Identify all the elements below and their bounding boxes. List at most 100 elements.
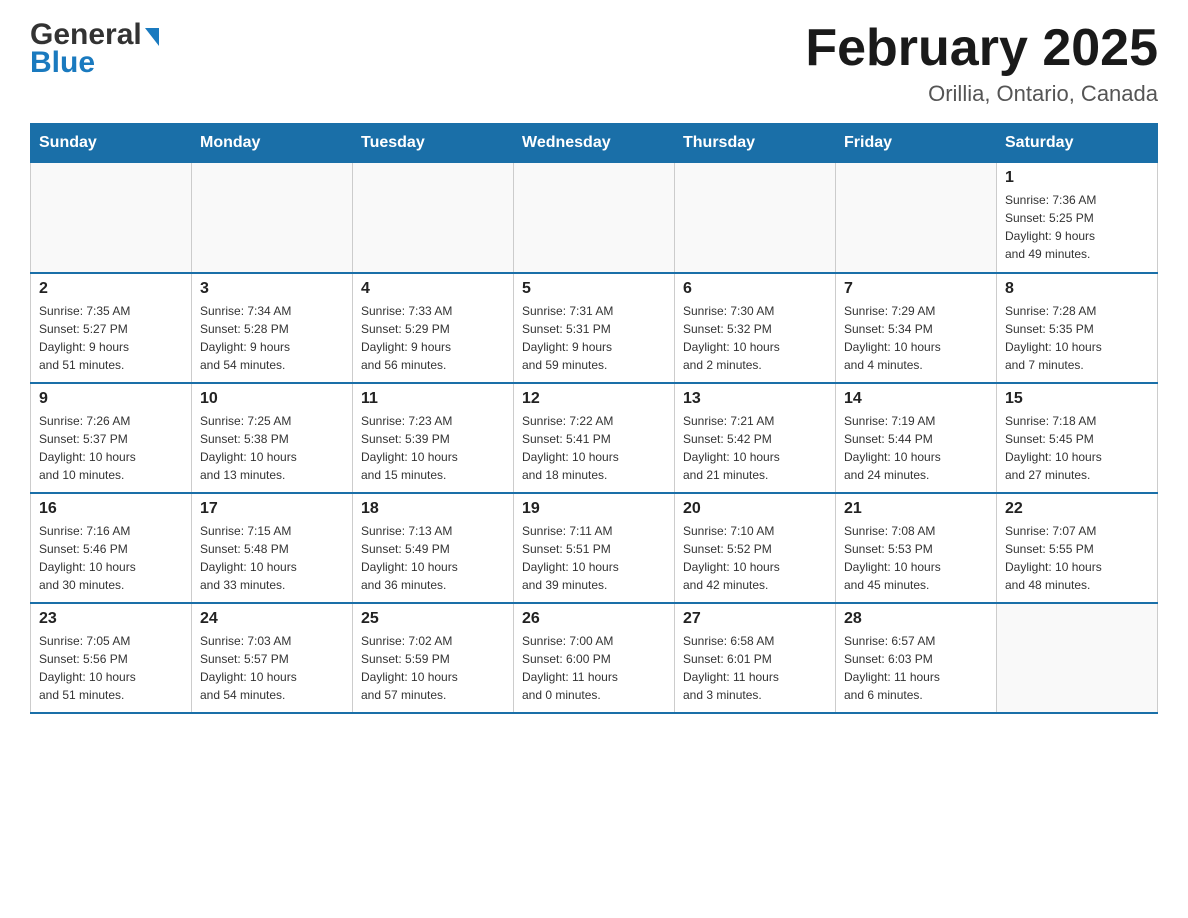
calendar-cell: 9 Sunrise: 7:26 AM Sunset: 5:37 PM Daylig… <box>31 383 192 493</box>
calendar-cell: 16 Sunrise: 7:16 AM Sunset: 5:46 PM Dayli… <box>31 493 192 603</box>
calendar-header-row: SundayMondayTuesdayWednesdayThursdayFrid… <box>31 124 1158 163</box>
day-info: Sunrise: 7:07 AM Sunset: 5:55 PM Dayligh… <box>1005 522 1149 594</box>
day-number: 15 <box>1005 390 1149 408</box>
day-number: 10 <box>200 390 344 408</box>
calendar-cell: 8 Sunrise: 7:28 AM Sunset: 5:35 PM Daylig… <box>997 273 1158 383</box>
calendar-cell <box>192 163 353 273</box>
calendar-cell: 11 Sunrise: 7:23 AM Sunset: 5:39 PM Dayli… <box>353 383 514 493</box>
day-number: 1 <box>1005 169 1149 187</box>
calendar-cell: 4Sunrise: 7:33 AM Sunset: 5:29 PM Daylig… <box>353 273 514 383</box>
calendar-cell: 2 Sunrise: 7:35 AM Sunset: 5:27 PM Daylig… <box>31 273 192 383</box>
day-number: 2 <box>39 280 183 298</box>
weekday-header-monday: Monday <box>192 124 353 163</box>
day-info: Sunrise: 7:19 AM Sunset: 5:44 PM Dayligh… <box>844 412 988 484</box>
day-number: 13 <box>683 390 827 408</box>
day-number: 6 <box>683 280 827 298</box>
day-info: Sunrise: 7:36 AM Sunset: 5:25 PM Dayligh… <box>1005 191 1149 263</box>
calendar-table: SundayMondayTuesdayWednesdayThursdayFrid… <box>30 123 1158 714</box>
day-info: Sunrise: 7:35 AM Sunset: 5:27 PM Dayligh… <box>39 302 183 374</box>
day-info: Sunrise: 7:10 AM Sunset: 5:52 PM Dayligh… <box>683 522 827 594</box>
calendar-week-row: 2 Sunrise: 7:35 AM Sunset: 5:27 PM Daylig… <box>31 273 1158 383</box>
calendar-week-row: 1 Sunrise: 7:36 AM Sunset: 5:25 PM Daylig… <box>31 163 1158 273</box>
day-info: Sunrise: 7:16 AM Sunset: 5:46 PM Dayligh… <box>39 522 183 594</box>
day-number: 22 <box>1005 500 1149 518</box>
day-info: Sunrise: 7:08 AM Sunset: 5:53 PM Dayligh… <box>844 522 988 594</box>
calendar-cell: 14 Sunrise: 7:19 AM Sunset: 5:44 PM Dayli… <box>836 383 997 493</box>
calendar-cell <box>31 163 192 273</box>
day-info: Sunrise: 7:13 AM Sunset: 5:49 PM Dayligh… <box>361 522 505 594</box>
calendar-week-row: 16 Sunrise: 7:16 AM Sunset: 5:46 PM Dayli… <box>31 493 1158 603</box>
day-number: 16 <box>39 500 183 518</box>
day-info: Sunrise: 7:31 AM Sunset: 5:31 PM Dayligh… <box>522 302 666 374</box>
day-info: Sunrise: 7:33 AM Sunset: 5:29 PM Dayligh… <box>361 302 505 374</box>
calendar-cell: 7Sunrise: 7:29 AM Sunset: 5:34 PM Daylig… <box>836 273 997 383</box>
day-info: Sunrise: 7:23 AM Sunset: 5:39 PM Dayligh… <box>361 412 505 484</box>
day-info: Sunrise: 7:30 AM Sunset: 5:32 PM Dayligh… <box>683 302 827 374</box>
calendar-cell: 12Sunrise: 7:22 AM Sunset: 5:41 PM Dayli… <box>514 383 675 493</box>
day-number: 14 <box>844 390 988 408</box>
page-header: General Blue February 2025 Orillia, Onta… <box>30 20 1158 107</box>
weekday-header-friday: Friday <box>836 124 997 163</box>
calendar-cell <box>353 163 514 273</box>
calendar-cell <box>514 163 675 273</box>
day-info: Sunrise: 7:02 AM Sunset: 5:59 PM Dayligh… <box>361 632 505 704</box>
calendar-cell: 15 Sunrise: 7:18 AM Sunset: 5:45 PM Dayli… <box>997 383 1158 493</box>
calendar-week-row: 9 Sunrise: 7:26 AM Sunset: 5:37 PM Daylig… <box>31 383 1158 493</box>
day-number: 9 <box>39 390 183 408</box>
day-number: 25 <box>361 610 505 628</box>
calendar-cell <box>836 163 997 273</box>
calendar-cell: 5 Sunrise: 7:31 AM Sunset: 5:31 PM Daylig… <box>514 273 675 383</box>
day-number: 7 <box>844 280 988 298</box>
weekday-header-thursday: Thursday <box>675 124 836 163</box>
day-number: 12 <box>522 390 666 408</box>
day-info: Sunrise: 7:11 AM Sunset: 5:51 PM Dayligh… <box>522 522 666 594</box>
month-year-title: February 2025 <box>805 20 1158 77</box>
logo: General Blue <box>30 20 159 80</box>
day-info: Sunrise: 7:00 AM Sunset: 6:00 PM Dayligh… <box>522 632 666 704</box>
calendar-cell: 18 Sunrise: 7:13 AM Sunset: 5:49 PM Dayli… <box>353 493 514 603</box>
day-number: 27 <box>683 610 827 628</box>
day-info: Sunrise: 7:05 AM Sunset: 5:56 PM Dayligh… <box>39 632 183 704</box>
calendar-cell: 3Sunrise: 7:34 AM Sunset: 5:28 PM Daylig… <box>192 273 353 383</box>
day-info: Sunrise: 7:18 AM Sunset: 5:45 PM Dayligh… <box>1005 412 1149 484</box>
day-info: Sunrise: 7:03 AM Sunset: 5:57 PM Dayligh… <box>200 632 344 704</box>
day-info: Sunrise: 6:58 AM Sunset: 6:01 PM Dayligh… <box>683 632 827 704</box>
day-number: 21 <box>844 500 988 518</box>
weekday-header-wednesday: Wednesday <box>514 124 675 163</box>
calendar-cell: 10 Sunrise: 7:25 AM Sunset: 5:38 PM Dayli… <box>192 383 353 493</box>
location-subtitle: Orillia, Ontario, Canada <box>805 81 1158 107</box>
calendar-cell: 21 Sunrise: 7:08 AM Sunset: 5:53 PM Dayli… <box>836 493 997 603</box>
day-number: 5 <box>522 280 666 298</box>
calendar-cell: 20Sunrise: 7:10 AM Sunset: 5:52 PM Dayli… <box>675 493 836 603</box>
day-info: Sunrise: 7:25 AM Sunset: 5:38 PM Dayligh… <box>200 412 344 484</box>
day-info: Sunrise: 7:28 AM Sunset: 5:35 PM Dayligh… <box>1005 302 1149 374</box>
weekday-header-tuesday: Tuesday <box>353 124 514 163</box>
calendar-cell: 1 Sunrise: 7:36 AM Sunset: 5:25 PM Daylig… <box>997 163 1158 273</box>
day-number: 24 <box>200 610 344 628</box>
calendar-cell: 25 Sunrise: 7:02 AM Sunset: 5:59 PM Dayli… <box>353 603 514 713</box>
title-block: February 2025 Orillia, Ontario, Canada <box>805 20 1158 107</box>
day-number: 28 <box>844 610 988 628</box>
logo-arrow-icon <box>145 28 159 46</box>
day-number: 17 <box>200 500 344 518</box>
day-number: 8 <box>1005 280 1149 298</box>
calendar-cell: 23 Sunrise: 7:05 AM Sunset: 5:56 PM Dayli… <box>31 603 192 713</box>
day-number: 23 <box>39 610 183 628</box>
day-number: 19 <box>522 500 666 518</box>
calendar-cell: 26 Sunrise: 7:00 AM Sunset: 6:00 PM Dayli… <box>514 603 675 713</box>
calendar-cell: 28Sunrise: 6:57 AM Sunset: 6:03 PM Dayli… <box>836 603 997 713</box>
day-info: Sunrise: 7:15 AM Sunset: 5:48 PM Dayligh… <box>200 522 344 594</box>
calendar-cell: 19 Sunrise: 7:11 AM Sunset: 5:51 PM Dayli… <box>514 493 675 603</box>
calendar-cell: 13 Sunrise: 7:21 AM Sunset: 5:42 PM Dayli… <box>675 383 836 493</box>
logo-blue-text: Blue <box>30 46 95 80</box>
weekday-header-sunday: Sunday <box>31 124 192 163</box>
day-info: Sunrise: 7:26 AM Sunset: 5:37 PM Dayligh… <box>39 412 183 484</box>
day-number: 11 <box>361 390 505 408</box>
calendar-cell: 6 Sunrise: 7:30 AM Sunset: 5:32 PM Daylig… <box>675 273 836 383</box>
day-number: 26 <box>522 610 666 628</box>
calendar-cell <box>675 163 836 273</box>
calendar-week-row: 23 Sunrise: 7:05 AM Sunset: 5:56 PM Dayli… <box>31 603 1158 713</box>
day-info: Sunrise: 7:21 AM Sunset: 5:42 PM Dayligh… <box>683 412 827 484</box>
calendar-cell: 24 Sunrise: 7:03 AM Sunset: 5:57 PM Dayli… <box>192 603 353 713</box>
day-number: 18 <box>361 500 505 518</box>
